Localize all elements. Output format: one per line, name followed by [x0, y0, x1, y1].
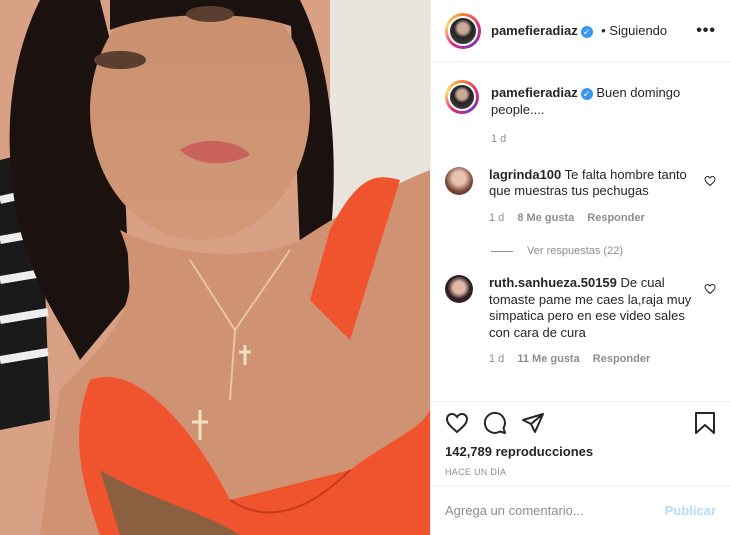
- caption-body: pamefieradiaz ✓ Buen domingo people.... 1…: [491, 80, 716, 148]
- author-username[interactable]: pamefieradiaz: [491, 23, 578, 38]
- view-replies-label: Ver respuestas (22): [527, 245, 623, 257]
- comment-input[interactable]: Agrega un comentario...: [445, 503, 665, 518]
- comment-likes[interactable]: 11 Me gusta: [517, 353, 579, 365]
- comments-list[interactable]: pamefieradiaz ✓ Buen domingo people.... 1…: [431, 63, 730, 401]
- comment-likes[interactable]: 8 Me gusta: [517, 212, 574, 224]
- comment-body: lagrinda100 Te falta hombre tanto que mu…: [489, 167, 698, 227]
- comment-like-icon[interactable]: [704, 283, 716, 295]
- commenter-username[interactable]: lagrinda100: [489, 167, 561, 182]
- caption-avatar[interactable]: [445, 80, 479, 114]
- commenter-username[interactable]: ruth.sanhueza.50159: [489, 275, 617, 290]
- share-icon[interactable]: [521, 411, 545, 435]
- post-header: pamefieradiaz ✓ • Siguiendo •••: [431, 0, 730, 62]
- bookmark-icon[interactable]: [694, 411, 716, 435]
- post-actions: 142,789 reproducciones HACE UN DÍA: [431, 401, 730, 485]
- caption-verified-icon: ✓: [580, 88, 593, 100]
- post-timestamp[interactable]: HACE UN DÍA: [445, 467, 716, 477]
- reply-button[interactable]: Responder: [587, 212, 644, 224]
- comment-time[interactable]: 1 d: [489, 212, 504, 224]
- action-icons: [445, 410, 716, 436]
- comment-item: ruth.sanhueza.50159 De cual tomaste pame…: [431, 275, 730, 368]
- post-details-panel: pamefieradiaz ✓ • Siguiendo ••• pamefiera…: [430, 0, 730, 535]
- commenter-avatar[interactable]: [445, 275, 473, 303]
- view-count[interactable]: 142,789 reproducciones: [445, 444, 716, 459]
- comment-composer: Agrega un comentario... Publicar: [431, 485, 730, 535]
- author-avatar[interactable]: [445, 12, 481, 49]
- caption-row: pamefieradiaz ✓ Buen domingo people.... 1…: [431, 80, 730, 148]
- publish-button[interactable]: Publicar: [665, 503, 716, 518]
- comment-icon[interactable]: [483, 411, 507, 435]
- post-media[interactable]: [0, 0, 430, 535]
- post-photo: [0, 0, 430, 535]
- follow-status[interactable]: • Siguiendo: [601, 23, 667, 38]
- comment-like-icon[interactable]: [704, 175, 716, 187]
- comment-time[interactable]: 1 d: [489, 353, 504, 365]
- author-block: pamefieradiaz ✓ • Siguiendo: [491, 22, 667, 40]
- caption-username[interactable]: pamefieradiaz: [491, 85, 578, 100]
- more-options-icon[interactable]: •••: [696, 22, 716, 40]
- verified-badge-icon: ✓: [580, 25, 593, 38]
- commenter-avatar[interactable]: [445, 166, 473, 195]
- comment-item: lagrinda100 Te falta hombre tanto que mu…: [431, 166, 730, 227]
- heart-icon[interactable]: [445, 411, 469, 435]
- view-replies-button[interactable]: Ver respuestas (22): [431, 245, 730, 257]
- comment-body: ruth.sanhueza.50159 De cual tomaste pame…: [489, 275, 698, 368]
- reply-button[interactable]: Responder: [593, 353, 650, 365]
- caption-time[interactable]: 1 d: [491, 133, 506, 145]
